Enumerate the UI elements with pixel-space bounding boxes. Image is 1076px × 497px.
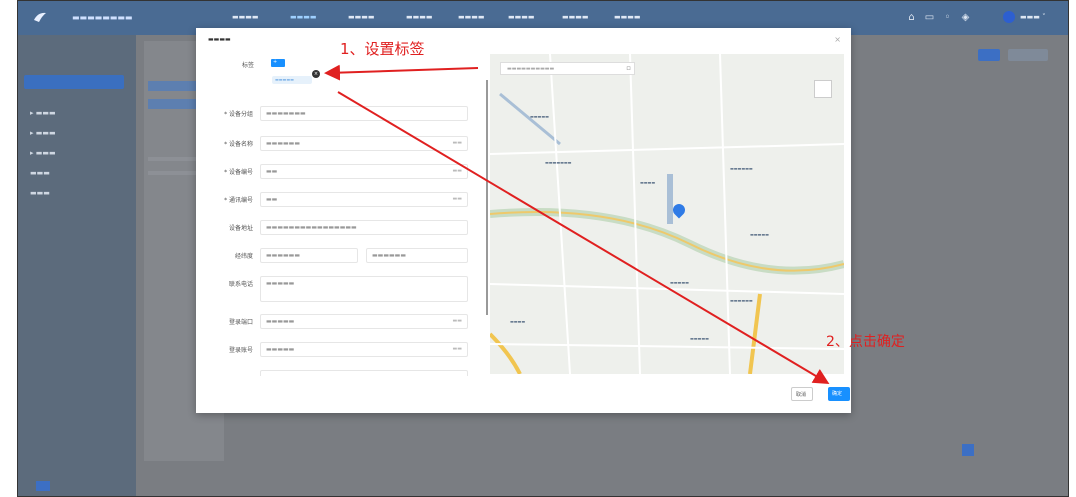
field-label: 经纬度 <box>234 253 253 260</box>
group-select[interactable]: ▬▬▬▬▬▬▬ <box>260 106 468 121</box>
nav-item[interactable]: ▬▬▬▬ <box>406 13 432 21</box>
lock-icon[interactable]: ◦ <box>942 12 953 23</box>
pagination-current <box>962 444 974 456</box>
confirm-button[interactable]: 确定 <box>828 387 850 401</box>
avatar[interactable] <box>1003 11 1015 23</box>
cancel-button[interactable]: 取消 <box>791 387 813 401</box>
tag-chip[interactable]: ▬▬▬▬▬ <box>272 76 312 84</box>
add-button-dimmed <box>978 49 1000 61</box>
field-label: 登录账号 <box>228 347 253 354</box>
sidebar-item[interactable]: ▸ ▬▬▬ <box>30 109 56 117</box>
nav-item-active[interactable]: ▬▬▬▬ <box>290 13 316 21</box>
sidebar-item[interactable]: ▸ ▬▬▬ <box>30 149 56 157</box>
comm-code-input[interactable]: ▬▬ ▬▬ <box>260 192 468 207</box>
sidebar-item[interactable]: ▸ ▬▬▬ <box>30 129 56 137</box>
form-row-coords: 经纬度 ▬▬▬▬▬▬ ▬▬▬▬▬▬ <box>196 248 481 264</box>
form-row-phone: 联系电话 ▬▬▬▬▬ <box>196 276 481 302</box>
nav-item[interactable]: ▬▬▬▬ <box>458 13 484 21</box>
map-label: ▬▬▬▬▬ <box>530 114 549 119</box>
form-row-code: * 设备编号 ▬▬ ▬▬ <box>196 164 481 180</box>
close-icon[interactable]: × <box>834 35 841 44</box>
form-row-name: * 设备名称 ▬▬▬▬▬▬ ▬▬ <box>196 136 481 152</box>
latitude-input[interactable]: ▬▬▬▬▬▬ <box>366 248 468 263</box>
map-view[interactable]: ▬▬▬▬▬ ▬▬▬▬▬▬▬ ▬▬▬▬ ▬▬▬▬▬▬ ▬▬▬▬▬ ▬▬▬▬▬ ▬▬… <box>490 54 844 374</box>
form-row-address: 设备地址 ▬▬▬▬▬▬▬▬▬▬▬▬▬▬▬▬ <box>196 220 481 236</box>
field-label: 登录端口 <box>228 319 253 326</box>
collapse-button <box>36 481 50 491</box>
device-code-input[interactable]: ▬▬ ▬▬ <box>260 164 468 179</box>
user-menu[interactable]: ▬▬▬ ˅ <box>1020 13 1046 21</box>
annotation-step2: 2、点击确定 <box>826 334 905 350</box>
map-search-input[interactable]: ▬▬▬▬▬▬▬▬▬▬ ▫ <box>500 62 635 75</box>
map-label: ▬▬▬▬▬ <box>750 232 769 237</box>
device-name-input[interactable]: ▬▬▬▬▬▬ ▬▬ <box>260 136 468 151</box>
sidebar-item-active[interactable] <box>24 75 124 89</box>
map-layer-control[interactable] <box>814 80 832 98</box>
nav-item[interactable]: ▬▬▬▬ <box>348 13 374 21</box>
logo-icon <box>34 12 46 22</box>
brand-name: ▬▬▬▬▬▬▬▬ <box>72 13 133 22</box>
map-label: ▬▬▬▬▬ <box>690 336 709 341</box>
form-row-more <box>196 370 481 376</box>
home-icon[interactable]: ⌂ <box>906 12 917 23</box>
confirm-label: 确定 <box>832 391 843 397</box>
map-label: ▬▬▬▬▬▬▬ <box>545 160 572 165</box>
export-button-dimmed <box>1008 49 1048 61</box>
remove-tag-icon[interactable]: × <box>312 70 320 78</box>
address-input[interactable]: ▬▬▬▬▬▬▬▬▬▬▬▬▬▬▬▬ <box>260 220 468 235</box>
annotation-step1: 1、设置标签 <box>340 40 425 58</box>
map-label: ▬▬▬▬▬ <box>670 280 689 285</box>
field-label: * 设备编号 <box>224 169 253 176</box>
form-row-port: 登录端口 ▬▬▬▬▬ ▬▬ <box>196 314 481 330</box>
bell-icon[interactable]: ◈ <box>960 12 971 23</box>
port-input[interactable]: ▬▬▬▬▬ ▬▬ <box>260 314 468 329</box>
map-label: ▬▬▬▬ <box>640 180 656 185</box>
field-label: * 通讯编号 <box>224 197 253 204</box>
sidebar-item[interactable]: ▬▬▬ <box>30 169 50 177</box>
nav-item[interactable]: ▬▬▬▬ <box>508 13 534 21</box>
field-label: 联系电话 <box>228 281 253 288</box>
tag-label: 标签 <box>242 62 255 69</box>
dialog-title: ▬▬▬▬ <box>208 36 231 43</box>
password-input[interactable] <box>260 370 468 376</box>
field-label: * 设备分组 <box>224 111 253 118</box>
tree-item <box>148 171 198 175</box>
form-row-group: * 设备分组 ▬▬▬▬▬▬▬ <box>196 106 481 122</box>
nav-item[interactable]: ▬▬▬▬ <box>232 13 258 21</box>
field-label: * 设备名称 <box>224 141 253 148</box>
nav-item[interactable]: ▬▬▬▬ <box>614 13 640 21</box>
tree-item <box>148 157 198 161</box>
search-icon[interactable]: ▫ <box>626 64 631 72</box>
sidebar-item[interactable]: ▬▬▬ <box>30 189 50 197</box>
map-label: ▬▬▬▬▬▬ <box>730 166 753 171</box>
form-row-comm: * 通讯编号 ▬▬ ▬▬ <box>196 192 481 208</box>
longitude-input[interactable]: ▬▬▬▬▬▬ <box>260 248 358 263</box>
form-scrollbar[interactable] <box>486 80 488 315</box>
map-label: ▬▬▬▬▬▬ <box>730 298 753 303</box>
phone-textarea[interactable]: ▬▬▬▬▬ <box>260 276 468 302</box>
edit-device-dialog: ▬▬▬▬ × 标签 + ▬▬▬▬▬ × * 设备分组 ▬▬▬▬▬▬▬ * 设备名… <box>196 28 851 413</box>
cancel-label: 取消 <box>796 392 807 398</box>
field-label: 设备地址 <box>228 225 253 232</box>
sidebar: ▸ ▬▬▬ ▸ ▬▬▬ ▸ ▬▬▬ ▬▬▬ ▬▬▬ <box>18 35 136 496</box>
add-tag-button[interactable]: + <box>271 59 285 67</box>
window-icon[interactable]: ▭ <box>924 12 935 23</box>
nav-item[interactable]: ▬▬▬▬ <box>562 13 588 21</box>
account-input[interactable]: ▬▬▬▬▬ ▬▬ <box>260 342 468 357</box>
map-roads <box>490 54 844 374</box>
form-row-account: 登录账号 ▬▬▬▬▬ ▬▬ <box>196 342 481 358</box>
map-label: ▬▬▬▬ <box>510 319 526 324</box>
